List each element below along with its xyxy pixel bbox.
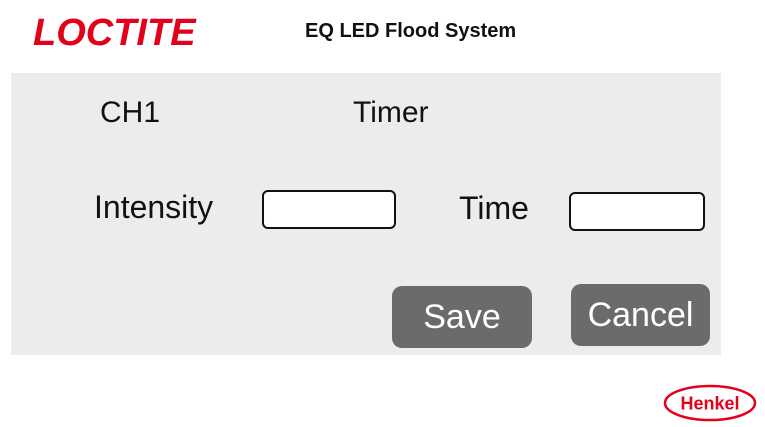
henkel-logo-text: Henkel bbox=[680, 394, 739, 414]
loctite-logo: LOCTITE bbox=[31, 12, 231, 52]
intensity-input[interactable] bbox=[262, 190, 396, 229]
time-input[interactable] bbox=[569, 192, 705, 231]
dialog-page: LOCTITE EQ LED Flood System CH1 Timer In… bbox=[0, 0, 765, 427]
time-label: Time bbox=[459, 190, 529, 226]
cancel-button[interactable]: Cancel bbox=[571, 284, 710, 346]
save-button[interactable]: Save bbox=[392, 286, 532, 348]
henkel-logo: Henkel bbox=[663, 384, 757, 422]
app-title: EQ LED Flood System bbox=[305, 20, 517, 42]
loctite-logo-text: LOCTITE bbox=[33, 12, 197, 52]
channel-label: CH1 bbox=[100, 96, 161, 129]
intensity-label: Intensity bbox=[94, 189, 214, 225]
mode-label: Timer bbox=[353, 96, 429, 129]
